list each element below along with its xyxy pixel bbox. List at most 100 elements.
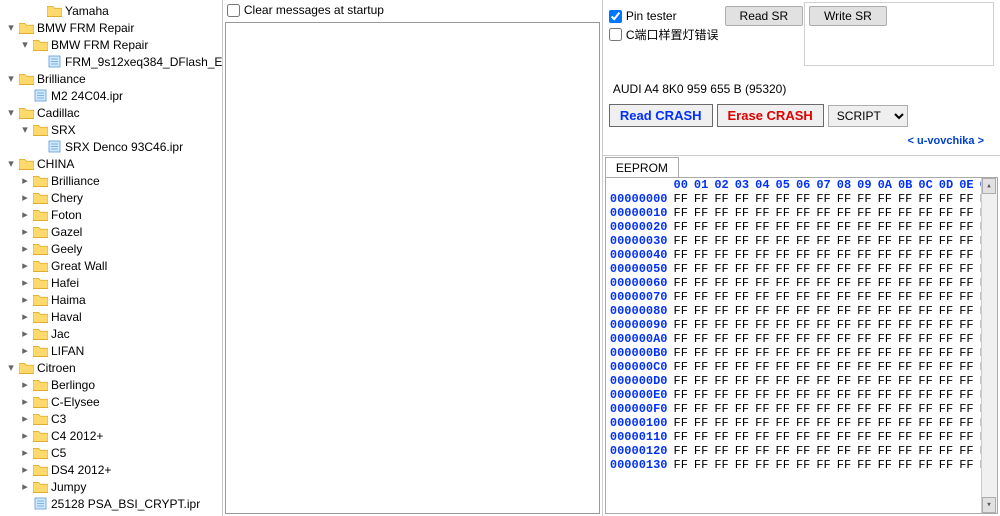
hex-cell[interactable]: FF	[813, 444, 833, 458]
hex-cell[interactable]: FF	[956, 248, 976, 262]
hex-cell[interactable]: FF	[936, 290, 956, 304]
hex-cell[interactable]: FF	[875, 402, 895, 416]
hex-cell[interactable]: FF	[936, 276, 956, 290]
hex-cell[interactable]: FF	[773, 276, 793, 290]
hex-cell[interactable]: FF	[854, 192, 874, 206]
hex-cell[interactable]: FF	[854, 262, 874, 276]
hex-cell[interactable]: FF	[915, 402, 935, 416]
hex-cell[interactable]: FF	[875, 262, 895, 276]
hex-cell[interactable]: FF	[834, 430, 854, 444]
tree-folder[interactable]: ▸Brilliance	[0, 172, 222, 189]
hex-cell[interactable]: FF	[813, 304, 833, 318]
hex-cell[interactable]: FF	[915, 192, 935, 206]
hex-cell[interactable]: FF	[834, 360, 854, 374]
hex-cell[interactable]: FF	[915, 346, 935, 360]
hex-cell[interactable]: FF	[915, 290, 935, 304]
hex-cell[interactable]: FF	[813, 346, 833, 360]
hex-cell[interactable]: FF	[773, 360, 793, 374]
hex-cell[interactable]: FF	[711, 192, 731, 206]
hex-cell[interactable]: FF	[752, 192, 772, 206]
hex-cell[interactable]: FF	[895, 206, 915, 220]
tree-file[interactable]: FRM_9s12xeq384_DFlash_EEE_ed2.i	[0, 53, 222, 70]
hex-cell[interactable]: FF	[936, 416, 956, 430]
hex-cell[interactable]: FF	[895, 346, 915, 360]
hex-cell[interactable]: FF	[895, 374, 915, 388]
hex-cell[interactable]: FF	[711, 360, 731, 374]
expander-icon[interactable]: ▸	[18, 446, 32, 459]
hex-cell[interactable]: FF	[793, 262, 813, 276]
hex-cell[interactable]: FF	[752, 388, 772, 402]
hex-cell[interactable]: FF	[691, 402, 711, 416]
hex-cell[interactable]: FF	[711, 430, 731, 444]
hex-cell[interactable]: FF	[752, 290, 772, 304]
hex-cell[interactable]: FF	[671, 248, 691, 262]
hex-cell[interactable]: FF	[956, 192, 976, 206]
hex-cell[interactable]: FF	[691, 388, 711, 402]
tree-folder[interactable]: ▸Haval	[0, 308, 222, 325]
hex-cell[interactable]: FF	[732, 374, 752, 388]
hex-cell[interactable]: FF	[813, 220, 833, 234]
hex-cell[interactable]: FF	[732, 430, 752, 444]
hex-cell[interactable]: FF	[895, 220, 915, 234]
hex-cell[interactable]: FF	[671, 276, 691, 290]
tree-folder[interactable]: ▸Jac	[0, 325, 222, 342]
hex-cell[interactable]: FF	[813, 276, 833, 290]
hex-cell[interactable]: FF	[875, 360, 895, 374]
hex-cell[interactable]: FF	[813, 416, 833, 430]
hex-cell[interactable]: FF	[875, 318, 895, 332]
hex-cell[interactable]: FF	[915, 220, 935, 234]
hex-cell[interactable]: FF	[773, 402, 793, 416]
hex-cell[interactable]: FF	[773, 318, 793, 332]
hex-cell[interactable]: FF	[915, 388, 935, 402]
hex-cell[interactable]: FF	[671, 192, 691, 206]
hex-cell[interactable]: FF	[691, 374, 711, 388]
hex-cell[interactable]: FF	[936, 234, 956, 248]
hex-cell[interactable]: FF	[936, 220, 956, 234]
hex-viewer[interactable]: 000102030405060708090A0B0C0D0E0F00000000…	[605, 177, 998, 514]
hex-cell[interactable]: FF	[915, 444, 935, 458]
hex-cell[interactable]: FF	[854, 374, 874, 388]
hex-cell[interactable]: FF	[834, 262, 854, 276]
hex-cell[interactable]: FF	[936, 346, 956, 360]
hex-cell[interactable]: FF	[671, 206, 691, 220]
hex-cell[interactable]: FF	[711, 206, 731, 220]
hex-cell[interactable]: FF	[895, 304, 915, 318]
hex-cell[interactable]: FF	[956, 234, 976, 248]
hex-cell[interactable]: FF	[813, 262, 833, 276]
hex-cell[interactable]: FF	[793, 346, 813, 360]
hex-cell[interactable]: FF	[711, 444, 731, 458]
hex-cell[interactable]: FF	[711, 304, 731, 318]
hex-cell[interactable]: FF	[752, 276, 772, 290]
hex-cell[interactable]: FF	[936, 402, 956, 416]
tree-folder[interactable]: ▸C3	[0, 410, 222, 427]
hex-cell[interactable]: FF	[834, 388, 854, 402]
hex-cell[interactable]: FF	[671, 444, 691, 458]
hex-cell[interactable]: FF	[956, 388, 976, 402]
hex-cell[interactable]: FF	[813, 402, 833, 416]
hex-cell[interactable]: FF	[793, 290, 813, 304]
hex-cell[interactable]: FF	[854, 430, 874, 444]
hex-cell[interactable]: FF	[854, 388, 874, 402]
hex-cell[interactable]: FF	[671, 318, 691, 332]
hex-cell[interactable]: FF	[854, 318, 874, 332]
tree-folder[interactable]: ▸Hafei	[0, 274, 222, 291]
hex-cell[interactable]: FF	[854, 416, 874, 430]
tree-folder[interactable]: ▸Great Wall	[0, 257, 222, 274]
hex-cell[interactable]: FF	[752, 360, 772, 374]
hex-cell[interactable]: FF	[671, 304, 691, 318]
expander-icon[interactable]: ▸	[18, 480, 32, 493]
hex-cell[interactable]: FF	[854, 290, 874, 304]
hex-cell[interactable]: FF	[875, 276, 895, 290]
hex-cell[interactable]: FF	[956, 206, 976, 220]
tree-folder[interactable]: ▸C5	[0, 444, 222, 461]
hex-cell[interactable]: FF	[875, 444, 895, 458]
hex-cell[interactable]: FF	[773, 444, 793, 458]
expander-icon[interactable]: ▸	[18, 293, 32, 306]
hex-cell[interactable]: FF	[691, 192, 711, 206]
expander-icon[interactable]: ▸	[18, 327, 32, 340]
hex-cell[interactable]: FF	[875, 388, 895, 402]
hex-cell[interactable]: FF	[711, 220, 731, 234]
hex-cell[interactable]: FF	[854, 234, 874, 248]
hex-cell[interactable]: FF	[752, 234, 772, 248]
expander-icon[interactable]: ▸	[18, 412, 32, 425]
